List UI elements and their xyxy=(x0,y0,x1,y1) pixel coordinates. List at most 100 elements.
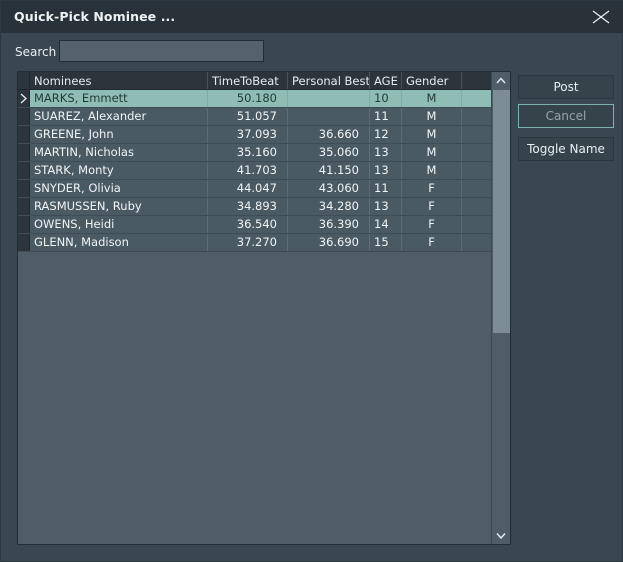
cell-gender: F xyxy=(402,198,462,215)
cell-filler xyxy=(462,234,491,251)
column-header-timetobeat[interactable]: TimeToBeat xyxy=(208,72,288,89)
cell-nominee: RASMUSSEN, Ruby xyxy=(30,198,208,215)
column-header-nominees[interactable]: Nominees xyxy=(30,72,208,89)
table-row[interactable]: OWENS, Heidi 36.540 36.390 14 F xyxy=(18,216,491,234)
cell-timetobeat: 41.703 xyxy=(208,162,288,179)
row-marker-gutter xyxy=(18,216,30,233)
cell-timetobeat: 37.093 xyxy=(208,126,288,143)
table-row[interactable]: MARKS, Emmett 50.180 10 M xyxy=(18,90,491,108)
cell-filler xyxy=(462,180,491,197)
cell-age: 11 xyxy=(370,180,402,197)
cell-personal-best: 34.280 xyxy=(288,198,370,215)
row-marker-gutter xyxy=(18,198,30,215)
window-title: Quick-Pick Nominee ... xyxy=(14,9,176,24)
post-button[interactable]: Post xyxy=(518,75,614,99)
cell-personal-best: 41.150 xyxy=(288,162,370,179)
cell-age: 12 xyxy=(370,126,402,143)
cell-timetobeat: 44.047 xyxy=(208,180,288,197)
grid-rows-container: Nominees TimeToBeat Personal Best AGE Ge… xyxy=(18,72,491,544)
cell-filler xyxy=(462,90,491,107)
column-header-filler xyxy=(462,72,491,89)
cell-personal-best: 43.060 xyxy=(288,180,370,197)
table-row[interactable]: SUAREZ, Alexander 51.057 11 M xyxy=(18,108,491,126)
cell-gender: M xyxy=(402,144,462,161)
cell-age: 13 xyxy=(370,144,402,161)
cell-gender: F xyxy=(402,234,462,251)
cell-filler xyxy=(462,144,491,161)
cell-timetobeat: 34.893 xyxy=(208,198,288,215)
cell-filler xyxy=(462,198,491,215)
cancel-button[interactable]: Cancel xyxy=(518,104,614,128)
nominees-grid: Nominees TimeToBeat Personal Best AGE Ge… xyxy=(17,71,511,545)
cell-timetobeat: 37.270 xyxy=(208,234,288,251)
cell-personal-best: 36.690 xyxy=(288,234,370,251)
cell-personal-best: 35.060 xyxy=(288,144,370,161)
cell-filler xyxy=(462,108,491,125)
cell-personal-best: 36.390 xyxy=(288,216,370,233)
cell-age: 11 xyxy=(370,108,402,125)
grid-header-gutter xyxy=(18,72,30,89)
cell-timetobeat: 51.057 xyxy=(208,108,288,125)
cell-age: 13 xyxy=(370,162,402,179)
grid-scrollbar[interactable] xyxy=(491,72,510,544)
table-row[interactable]: SNYDER, Olivia 44.047 43.060 11 F xyxy=(18,180,491,198)
table-row[interactable]: GREENE, John 37.093 36.660 12 M xyxy=(18,126,491,144)
cell-personal-best xyxy=(288,90,370,107)
table-row[interactable]: RASMUSSEN, Ruby 34.893 34.280 13 F xyxy=(18,198,491,216)
search-input[interactable] xyxy=(59,40,264,62)
toggle-name-button[interactable]: Toggle Name xyxy=(518,137,614,161)
column-header-age[interactable]: AGE xyxy=(370,72,402,89)
table-row[interactable]: GLENN, Madison 37.270 36.690 15 F xyxy=(18,234,491,252)
cell-timetobeat: 35.160 xyxy=(208,144,288,161)
cell-personal-best xyxy=(288,108,370,125)
row-marker-gutter xyxy=(18,126,30,143)
cell-gender: M xyxy=(402,126,462,143)
row-marker-gutter xyxy=(18,180,30,197)
scrollbar-down-button[interactable] xyxy=(492,527,510,544)
cell-filler xyxy=(462,126,491,143)
cell-nominee: OWENS, Heidi xyxy=(30,216,208,233)
cell-timetobeat: 36.540 xyxy=(208,216,288,233)
cell-gender: M xyxy=(402,108,462,125)
row-marker-gutter xyxy=(18,144,30,161)
grid-body: MARKS, Emmett 50.180 10 M SUAREZ, Alexander 5… xyxy=(18,90,491,252)
cell-nominee: STARK, Monty xyxy=(30,162,208,179)
cell-nominee: MARTIN, Nicholas xyxy=(30,144,208,161)
cell-age: 10 xyxy=(370,90,402,107)
cell-nominee: SUAREZ, Alexander xyxy=(30,108,208,125)
column-header-personal-best[interactable]: Personal Best xyxy=(288,72,370,89)
row-marker-gutter xyxy=(18,108,30,125)
search-label: Search xyxy=(15,45,57,59)
cell-nominee: GREENE, John xyxy=(30,126,208,143)
scrollbar-up-button[interactable] xyxy=(492,72,510,89)
cell-nominee: SNYDER, Olivia xyxy=(30,180,208,197)
title-bar: Quick-Pick Nominee ... xyxy=(1,1,623,33)
scrollbar-thumb[interactable] xyxy=(493,90,510,333)
quick-pick-nominee-dialog: Quick-Pick Nominee ... Search Nominees T… xyxy=(0,0,623,562)
cell-age: 14 xyxy=(370,216,402,233)
table-row[interactable]: MARTIN, Nicholas 35.160 35.060 13 M xyxy=(18,144,491,162)
cell-gender: F xyxy=(402,180,462,197)
table-row[interactable]: STARK, Monty 41.703 41.150 13 M xyxy=(18,162,491,180)
cell-filler xyxy=(462,216,491,233)
row-marker-gutter xyxy=(18,162,30,179)
cell-age: 13 xyxy=(370,198,402,215)
cell-gender: M xyxy=(402,90,462,107)
cell-filler xyxy=(462,162,491,179)
chevron-up-icon xyxy=(496,77,506,84)
cell-gender: M xyxy=(402,162,462,179)
column-header-gender[interactable]: Gender xyxy=(402,72,462,89)
cell-nominee: GLENN, Madison xyxy=(30,234,208,251)
chevron-down-icon xyxy=(496,533,506,539)
row-marker-gutter xyxy=(18,90,30,107)
row-marker-gutter xyxy=(18,234,30,251)
chevron-right-icon xyxy=(20,93,27,104)
cell-personal-best: 36.660 xyxy=(288,126,370,143)
close-button[interactable] xyxy=(578,1,623,33)
cell-nominee: MARKS, Emmett xyxy=(30,90,208,107)
grid-header-row: Nominees TimeToBeat Personal Best AGE Ge… xyxy=(18,72,491,90)
close-icon xyxy=(592,10,610,24)
cell-timetobeat: 50.180 xyxy=(208,90,288,107)
cell-age: 15 xyxy=(370,234,402,251)
cell-gender: F xyxy=(402,216,462,233)
